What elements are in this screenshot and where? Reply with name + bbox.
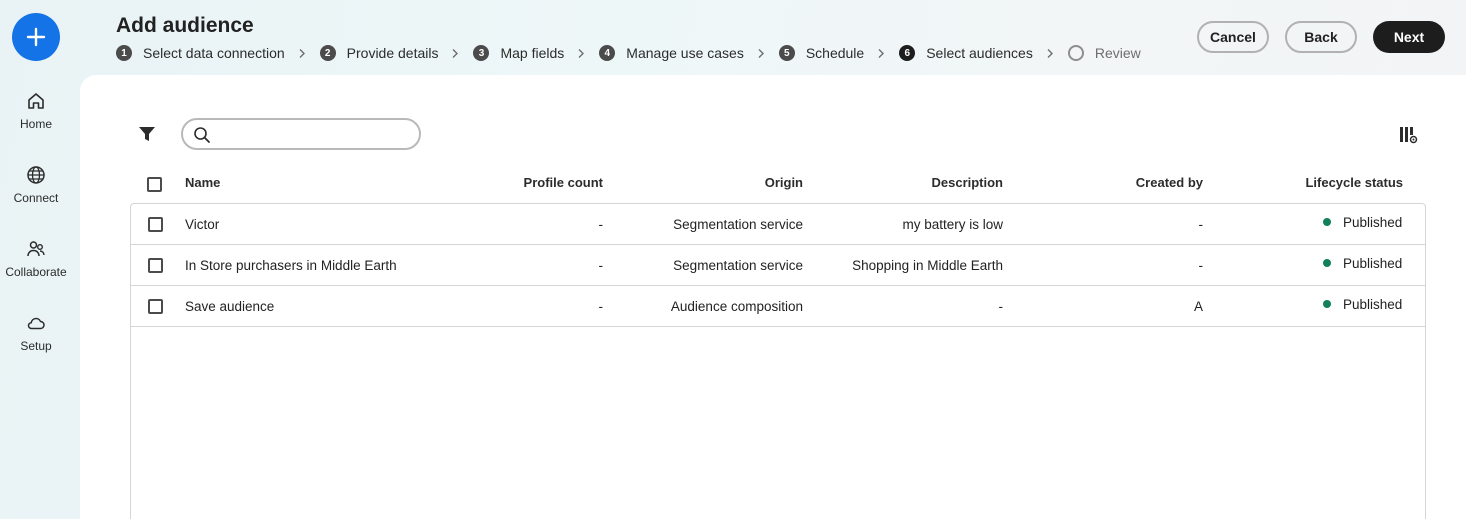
- cell-origin: Segmentation service: [673, 217, 803, 232]
- cell-description: -: [998, 299, 1004, 314]
- cell-profile-count: -: [598, 299, 604, 314]
- chevron-right-icon: [877, 48, 885, 59]
- chevron-right-icon: [757, 48, 765, 59]
- rail-item-collaborate[interactable]: Collaborate: [0, 239, 72, 279]
- cancel-button[interactable]: Cancel: [1197, 21, 1269, 53]
- step-label: Manage use cases: [626, 45, 744, 61]
- step-label: Review: [1094, 45, 1141, 61]
- chevron-right-icon: [577, 48, 585, 59]
- step-pending-circle: [1067, 45, 1084, 61]
- step-number: 1: [116, 45, 132, 61]
- step-select-audiences: 6 Select audiences: [899, 45, 1033, 61]
- select-all-checkbox[interactable]: [147, 177, 162, 192]
- column-header-profile-count[interactable]: Profile count: [463, 175, 603, 190]
- step-map-fields: 3 Map fields: [473, 45, 564, 61]
- step-label: Select data connection: [143, 45, 285, 61]
- table-row[interactable]: Victor - Segmentation service my battery…: [131, 204, 1425, 245]
- cell-profile-count: -: [598, 217, 604, 232]
- plus-icon: [26, 27, 46, 47]
- column-header-lifecycle-status[interactable]: Lifecycle status: [1263, 175, 1403, 190]
- column-header-origin[interactable]: Origin: [663, 175, 803, 190]
- rail-item-label: Connect: [13, 191, 59, 205]
- chevron-right-icon: [451, 48, 459, 59]
- chevron-right-icon: [1046, 48, 1054, 59]
- step-manage-use-cases: 4 Manage use cases: [599, 45, 744, 61]
- table-row[interactable]: Save audience - Audience composition - A…: [131, 286, 1425, 327]
- cell-lifecycle-status: Published: [1323, 297, 1402, 312]
- step-label: Provide details: [346, 45, 439, 61]
- step-number: 2: [319, 45, 336, 61]
- column-header-description[interactable]: Description: [863, 175, 1003, 190]
- rail-item-label: Home: [19, 117, 52, 131]
- cell-description: Shopping in Middle Earth: [852, 258, 1003, 273]
- step-label: Map fields: [500, 45, 565, 61]
- cell-name: Save audience: [185, 299, 275, 314]
- step-number: 4: [599, 45, 616, 61]
- status-dot: [1323, 218, 1331, 226]
- step-number: 6: [899, 45, 916, 61]
- step-label: Select audiences: [926, 45, 1033, 61]
- rail-item-home[interactable]: Home: [0, 91, 72, 131]
- next-button[interactable]: Next: [1373, 21, 1445, 53]
- rail-item-connect[interactable]: Connect: [0, 165, 72, 205]
- cell-profile-count: -: [598, 258, 604, 273]
- wizard-steps: 1 Select data connection 2 Provide detai…: [116, 44, 1141, 62]
- home-icon: [28, 93, 44, 109]
- row-checkbox[interactable]: [148, 217, 163, 232]
- cell-created-by: -: [1198, 258, 1204, 273]
- chevron-right-icon: [298, 48, 306, 59]
- page-title: Add audience: [116, 14, 254, 37]
- step-schedule: 5 Schedule: [778, 45, 865, 61]
- cloud-icon: [27, 317, 45, 330]
- column-header-name[interactable]: Name: [185, 175, 220, 190]
- cell-name: In Store purchasers in Middle Earth: [185, 258, 397, 273]
- cell-description: my battery is low: [902, 217, 1003, 232]
- search-text-field[interactable]: [215, 124, 405, 144]
- step-label: Schedule: [805, 45, 865, 61]
- cell-origin: Segmentation service: [673, 258, 803, 273]
- left-rail: Home Connect Collaborate Setup: [0, 0, 72, 519]
- column-settings-icon[interactable]: [1398, 125, 1418, 150]
- table-row[interactable]: In Store purchasers in Middle Earth - Se…: [131, 245, 1425, 286]
- rail-item-label: Collaborate: [5, 265, 67, 279]
- people-icon: [27, 241, 45, 257]
- row-checkbox[interactable]: [148, 299, 163, 314]
- step-review: Review: [1067, 45, 1141, 61]
- step-number: 3: [473, 45, 490, 61]
- cell-lifecycle-status: Published: [1323, 215, 1402, 230]
- cell-name: Victor: [185, 217, 220, 232]
- rail-item-setup[interactable]: Setup: [0, 313, 72, 353]
- search-input[interactable]: [181, 118, 421, 150]
- back-button[interactable]: Back: [1285, 21, 1357, 53]
- rail-item-label: Setup: [20, 339, 52, 353]
- audience-panel: Name Profile count Origin Description Cr…: [80, 75, 1466, 519]
- table-header: Name Profile count Origin Description Cr…: [130, 175, 1426, 203]
- row-checkbox[interactable]: [148, 258, 163, 273]
- search-icon: [194, 127, 210, 143]
- globe-icon: [27, 166, 45, 184]
- audience-table: Victor - Segmentation service my battery…: [130, 203, 1426, 519]
- step-number: 5: [778, 45, 795, 61]
- step-provide-details: 2 Provide details: [319, 45, 439, 61]
- step-select-data-connection: 1 Select data connection: [116, 45, 285, 61]
- status-label: Published: [1343, 297, 1403, 312]
- cell-lifecycle-status: Published: [1323, 256, 1402, 271]
- cell-created-by: A: [1193, 299, 1203, 314]
- filter-icon[interactable]: [138, 126, 156, 148]
- status-label: Published: [1343, 215, 1403, 230]
- status-label: Published: [1343, 256, 1403, 271]
- create-button[interactable]: [12, 13, 60, 61]
- status-dot: [1323, 300, 1331, 308]
- column-header-created-by[interactable]: Created by: [1063, 175, 1203, 190]
- cell-origin: Audience composition: [670, 299, 803, 314]
- status-dot: [1323, 259, 1331, 267]
- cell-created-by: -: [1198, 217, 1204, 232]
